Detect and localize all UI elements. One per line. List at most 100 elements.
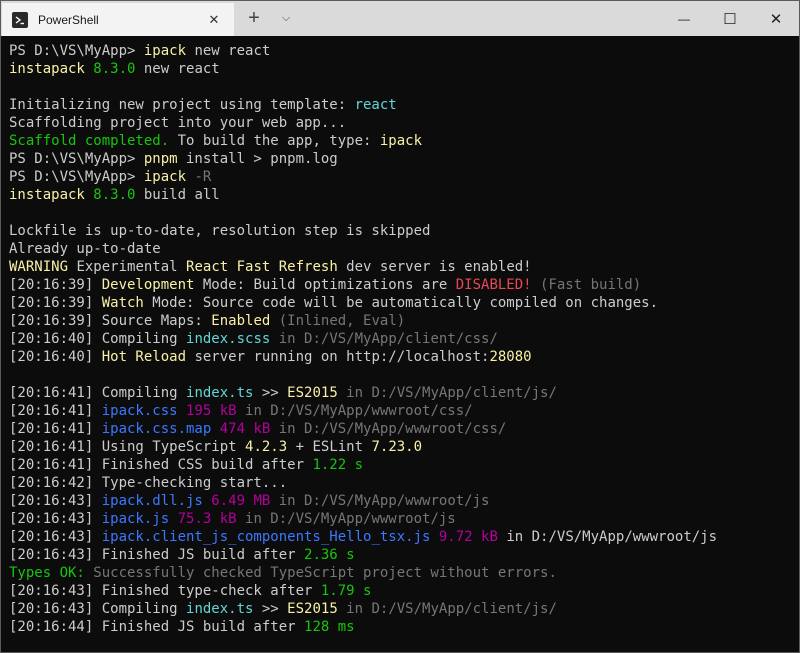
terminal-text: [20:16:43] (9, 547, 102, 563)
terminal-line: [20:16:39] Watch Mode: Source code will … (9, 294, 799, 312)
terminal-text: Compiling (101, 385, 187, 401)
terminal-line: instapack 8.3.0 new react (9, 60, 799, 78)
terminal-text: [20:16:41] (9, 439, 102, 455)
minimize-button[interactable]: — (661, 1, 707, 36)
new-tab-button[interactable]: + (238, 1, 270, 36)
terminal-line: [20:16:43] Finished JS build after 2.36 … (9, 546, 799, 564)
terminal-text: [20:16:41] (9, 421, 102, 437)
terminal-text: new react (186, 43, 271, 59)
terminal-text: 75.3 kB (169, 511, 237, 527)
terminal-line: [20:16:41] Compiling index.ts >> ES2015 … (9, 384, 799, 402)
terminal-line: Scaffolding project into your web app... (9, 114, 799, 132)
terminal-line: PS D:\VS\MyApp> pnpm install > pnpm.log (9, 150, 799, 168)
terminal-text: 195 kB (177, 403, 237, 419)
terminal-text: ipack.css.map (101, 421, 212, 437)
terminal-line: Types OK: Successfully checked TypeScrip… (9, 564, 799, 582)
terminal-text: Experimental (68, 259, 187, 275)
terminal-line: Initializing new project using template:… (9, 96, 799, 114)
terminal-text: ipack.client_js_components_Hello_tsx.js (101, 529, 431, 545)
terminal-text: Using TypeScript (101, 439, 246, 455)
chevron-down-icon[interactable]: ⌵ (270, 1, 302, 36)
terminal-text: ES2015 (287, 601, 338, 617)
terminal-text: in D:/VS/MyApp/client/css/ (270, 331, 498, 347)
terminal-text: 474 kB (211, 421, 271, 437)
terminal-text: Finished JS build after (101, 619, 305, 635)
terminal-text: [20:16:40] (9, 331, 102, 347)
terminal-text: Successfully checked TypeScript project … (84, 565, 557, 581)
terminal-text: [20:16:43] (9, 601, 102, 617)
terminal-text: [20:16:40] (9, 349, 102, 365)
terminal-text: in D:/VS/MyApp/wwwroot/css/ (270, 421, 507, 437)
terminal-text: (Fast build) (531, 277, 642, 293)
terminal-line: [20:16:42] Type-checking start... (9, 474, 799, 492)
terminal-text: To build the app, type: (169, 133, 380, 149)
terminal-text: [20:16:43] (9, 529, 102, 545)
terminal-text: Compiling (101, 331, 187, 347)
terminal-text: build all (135, 187, 220, 203)
terminal-text: ipack.js (101, 511, 170, 527)
terminal-text: 4.2.3 (245, 439, 288, 455)
terminal-text: install > pnpm.log (177, 151, 338, 167)
terminal-text: [20:16:42] (9, 475, 102, 491)
terminal-line: [20:16:43] Finished type-check after 1.7… (9, 582, 799, 600)
terminal-text: [20:16:43] (9, 511, 102, 527)
terminal-text: in D:/VS/MyApp/wwwroot/css/ (236, 403, 473, 419)
tab-close-icon[interactable]: ✕ (204, 10, 224, 30)
terminal-text: 7.23.0 (371, 439, 423, 455)
terminal-line: Lockfile is up-to-date, resolution step … (9, 222, 799, 240)
terminal-text: Finished type-check after (101, 583, 321, 599)
terminal-text: React Fast Refresh (186, 259, 338, 275)
terminal-text: [20:16:41] (9, 385, 102, 401)
terminal-line: [20:16:43] ipack.client_js_components_He… (9, 528, 799, 546)
terminal-text: DISABLED! (455, 277, 532, 293)
terminal-text: PS D:\VS\MyApp> (9, 43, 144, 59)
terminal-line: [20:16:43] ipack.js 75.3 kB in D:/VS/MyA… (9, 510, 799, 528)
terminal-line: [20:16:41] ipack.css.map 474 kB in D:/VS… (9, 420, 799, 438)
terminal-text: Enabled (211, 313, 271, 329)
terminal-line: WARNING Experimental React Fast Refresh … (9, 258, 799, 276)
terminal-text: >> (253, 601, 288, 617)
terminal-text: 6.49 MB (202, 493, 271, 509)
terminal-text: Compiling (101, 601, 187, 617)
terminal-text: 9.72 kB (430, 529, 498, 545)
terminal-line: PS D:\VS\MyApp> ipack -R (9, 168, 799, 186)
terminal-text: Mode: Build optimizations are (194, 277, 456, 293)
terminal-text: Type-checking start... (101, 475, 288, 491)
terminal-text: >> (253, 385, 288, 401)
terminal-line: [20:16:40] Compiling index.scss in D:/VS… (9, 330, 799, 348)
terminal-text: + ESLint (287, 439, 372, 455)
terminal-text: in D:/VS/MyApp/client/js/ (337, 601, 557, 617)
terminal-text: Finished JS build after (101, 547, 305, 563)
terminal-text: react (354, 97, 397, 113)
terminal-text: ES2015 (287, 385, 338, 401)
terminal-text: 28080 (489, 349, 532, 365)
terminal-text: instapack (9, 61, 85, 77)
terminal-line: [20:16:44] Finished JS build after 128 m… (9, 618, 799, 636)
title-bar-drag-area[interactable] (302, 1, 661, 36)
terminal-text: Already up-to-date (9, 241, 161, 257)
title-bar: PowerShell ✕ + ⌵ — ☐ ✕ (1, 1, 799, 36)
terminal-text: Finished CSS build after (101, 457, 313, 473)
tab-title: PowerShell (38, 12, 99, 27)
terminal-text: Source Maps: (101, 313, 212, 329)
terminal-output[interactable]: PS D:\VS\MyApp> ipack new react instapack… (1, 36, 799, 646)
terminal-text: Watch (101, 295, 144, 311)
terminal-text: [20:16:39] (9, 277, 102, 293)
terminal-text: 8.3.0 (84, 61, 136, 77)
terminal-line: [20:16:43] Compiling index.ts >> ES2015 … (9, 600, 799, 618)
maximize-button[interactable]: ☐ (707, 1, 753, 36)
terminal-text: Initializing new project using template: (9, 97, 355, 113)
terminal-text: 1.79 s (320, 583, 372, 599)
terminal-text: [20:16:39] (9, 295, 102, 311)
terminal-line: PS D:\VS\MyApp> ipack new react (9, 42, 799, 60)
terminal-line: [20:16:41] Finished CSS build after 1.22… (9, 456, 799, 474)
terminal-text: Scaffolding project into your web app... (9, 115, 347, 131)
close-button[interactable]: ✕ (753, 1, 799, 36)
terminal-text: Lockfile is up-to-date, resolution step … (9, 223, 431, 239)
tab-powershell[interactable]: PowerShell ✕ (2, 3, 234, 36)
terminal-window: PowerShell ✕ + ⌵ — ☐ ✕ PS D:\VS\MyApp> i… (0, 0, 800, 653)
terminal-text: in D:/VS/MyApp/wwwroot/js (497, 529, 718, 545)
